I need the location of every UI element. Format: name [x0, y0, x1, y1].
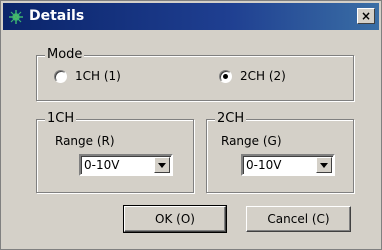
radio-1ch-label: 1CH (1) [75, 69, 121, 83]
ch1-range-value: 0-10V [84, 158, 120, 172]
close-button[interactable]: × [357, 8, 375, 24]
ch1-range-label: Range (R) [55, 134, 115, 148]
chevron-down-icon[interactable] [316, 157, 332, 173]
radio-1ch-icon [54, 69, 67, 83]
ch2-range-select[interactable]: 0-10V [241, 154, 335, 176]
details-dialog: Details × Mode 1CH (1) 2CH (2) 1CH Range… [0, 0, 382, 250]
chevron-down-icon[interactable] [154, 157, 170, 173]
ch2-legend: 2CH [215, 111, 247, 127]
title-bar[interactable]: Details × [3, 3, 379, 30]
mode-legend: Mode [45, 47, 85, 63]
ch1-legend: 1CH [45, 111, 77, 127]
radio-2ch-icon [219, 69, 232, 83]
ch2-range-label: Range (G) [221, 134, 282, 148]
window-title: Details [29, 8, 85, 24]
app-icon [9, 10, 23, 24]
ok-button[interactable]: OK (O) [123, 205, 227, 233]
ch1-range-select[interactable]: 0-10V [79, 154, 173, 176]
ch2-range-value: 0-10V [246, 158, 282, 172]
radio-2ch-label: 2CH (2) [240, 69, 286, 83]
mode-option-2ch[interactable]: 2CH (2) [219, 69, 286, 83]
cancel-button[interactable]: Cancel (C) [246, 206, 351, 232]
mode-option-1ch[interactable]: 1CH (1) [54, 69, 121, 83]
